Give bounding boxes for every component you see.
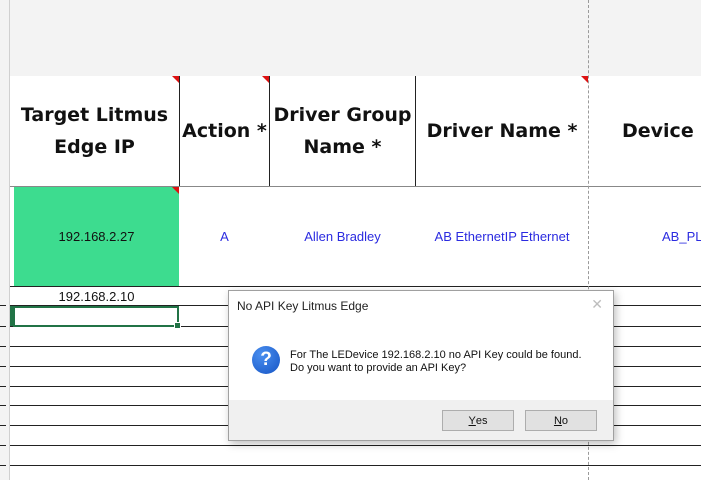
header-target-ip[interactable]: Target Litmus Edge IP	[10, 76, 179, 186]
yes-label: es	[475, 414, 488, 427]
cell-action[interactable]: A	[180, 187, 269, 286]
fill-handle[interactable]	[174, 322, 181, 329]
close-icon[interactable]: ✕	[591, 296, 603, 313]
no-button[interactable]: No	[525, 410, 597, 431]
dialog-footer: Yes No	[229, 400, 613, 440]
dialog-message-line1: For The LEDevice 192.168.2.10 no API Key…	[290, 349, 582, 361]
header-device-label: Device N	[622, 120, 701, 142]
yes-hotkey: Y	[468, 414, 476, 427]
cell-target-ip-row2[interactable]: 192.168.2.10	[14, 287, 179, 305]
header-action-label: Action *	[182, 120, 267, 142]
api-key-dialog: No API Key Litmus Edge ✕ ? For The LEDev…	[228, 290, 614, 441]
row-header-bar	[0, 0, 10, 480]
comment-indicator	[172, 76, 179, 83]
comment-indicator	[262, 76, 269, 83]
cell-target-ip[interactable]: 192.168.2.27	[14, 187, 179, 286]
header-driver-name[interactable]: Driver Name *	[416, 76, 588, 186]
question-icon: ?	[252, 346, 280, 374]
cell-driver-group[interactable]: Allen Bradley	[270, 187, 415, 286]
header-driver-name-label: Driver Name *	[426, 120, 578, 142]
dialog-body: ? For The LEDevice 192.168.2.10 no API K…	[229, 321, 613, 400]
comment-indicator	[581, 76, 588, 83]
header-action[interactable]: Action *	[180, 76, 269, 186]
header-band	[10, 0, 701, 76]
header-device[interactable]: Device N	[589, 76, 701, 186]
dialog-message: For The LEDevice 192.168.2.10 no API Key…	[290, 349, 582, 375]
header-driver-group[interactable]: Driver Group Name *	[270, 76, 415, 186]
header-driver-group-line1: Driver Group	[273, 104, 412, 126]
no-hotkey: N	[553, 414, 562, 427]
dialog-message-line2: Do you want to provide an API Key?	[290, 362, 467, 374]
no-label: o	[561, 414, 569, 427]
header-driver-group-line2: Name *	[303, 136, 382, 158]
header-target-ip-line2: Edge IP	[54, 136, 135, 158]
dialog-title: No API Key Litmus Edge	[237, 299, 369, 313]
cell-driver-name[interactable]: AB EthernetIP Ethernet	[416, 187, 588, 286]
header-target-ip-line1: Target Litmus	[20, 104, 169, 126]
cell-device[interactable]: AB_PL	[589, 187, 701, 286]
selected-cell[interactable]	[13, 306, 181, 329]
comment-indicator	[172, 187, 179, 194]
yes-button[interactable]: Yes	[442, 410, 514, 431]
